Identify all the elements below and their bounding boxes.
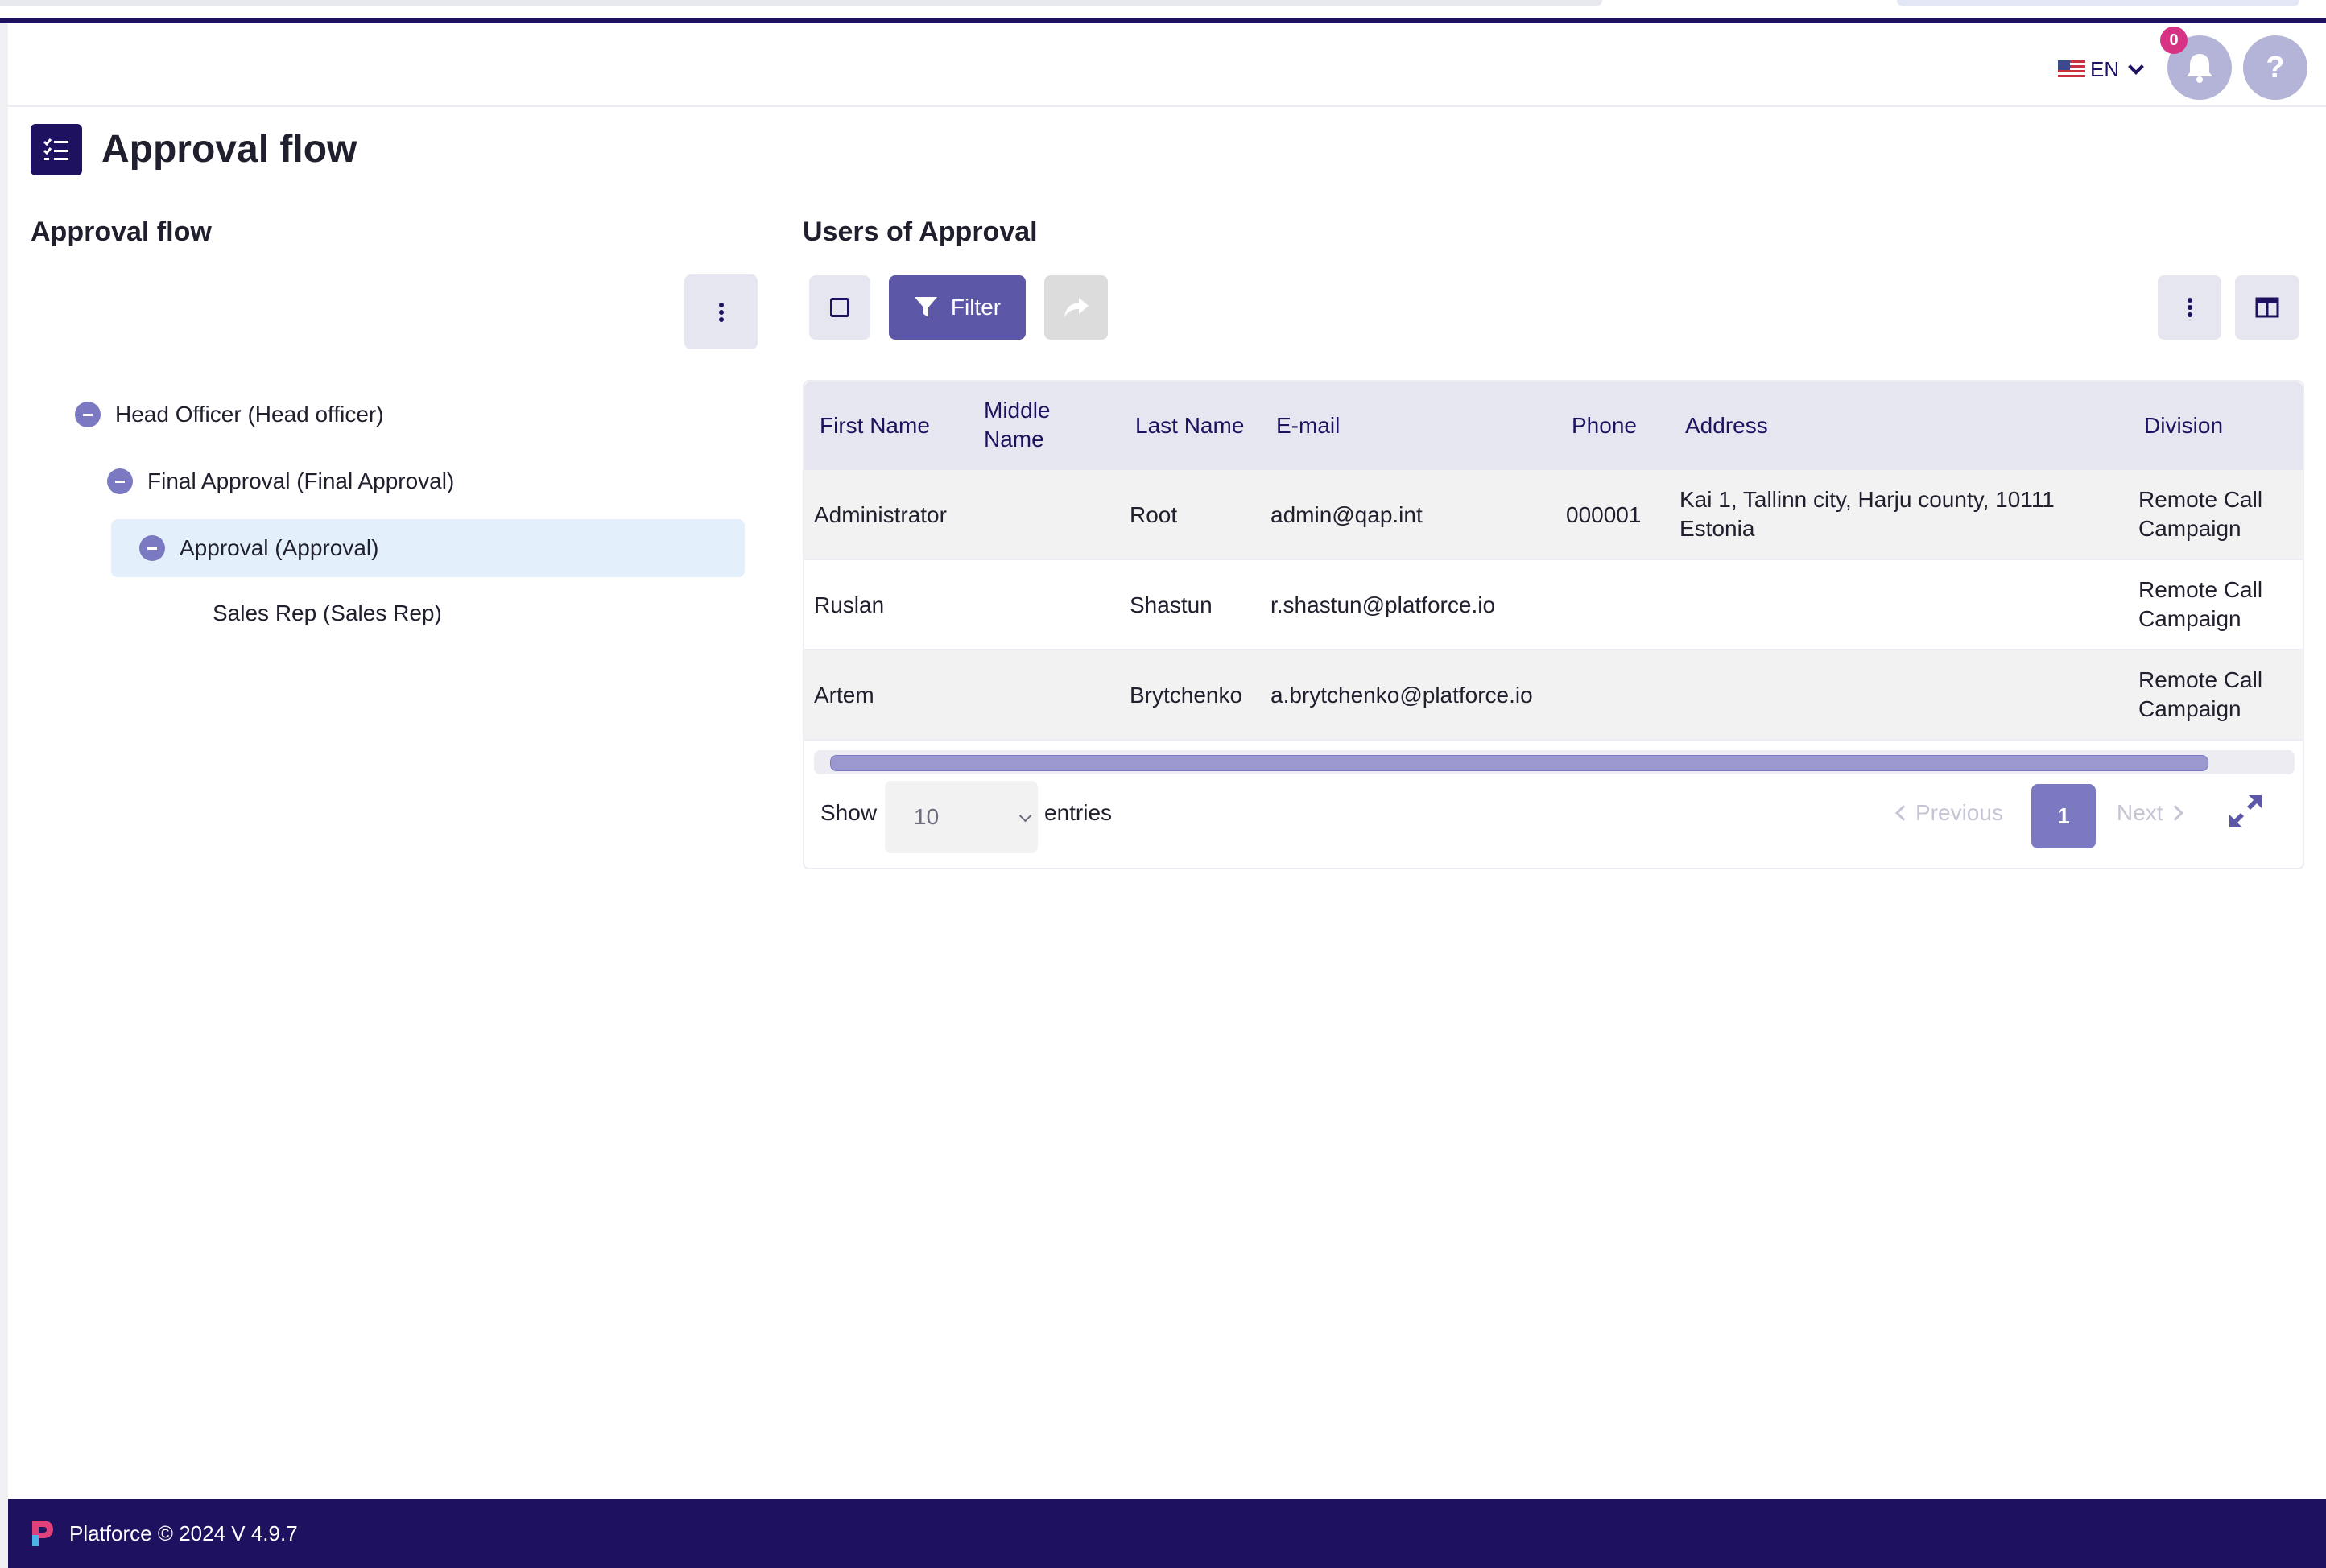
tree-node-label: Final Approval (Final Approval) bbox=[147, 468, 455, 493]
tree-node-approval[interactable]: Approval (Approval) bbox=[111, 519, 745, 577]
column-header-last-name[interactable]: Last Name bbox=[1135, 411, 1244, 440]
vertical-dots-icon bbox=[2187, 298, 2192, 317]
chevron-right-icon bbox=[2167, 805, 2183, 821]
language-selector[interactable]: EN bbox=[2058, 56, 2145, 81]
fullscreen-toggle[interactable] bbox=[2226, 792, 2265, 831]
cell-last-name: Shastun bbox=[1130, 592, 1213, 617]
horizontal-scrollbar[interactable] bbox=[814, 750, 2295, 774]
cell-division: Remote Call Campaign bbox=[2138, 667, 2263, 721]
footer-copyright: Platforce © 2024 V 4.9.7 bbox=[69, 1521, 298, 1545]
cell-first-name: Artem bbox=[814, 683, 874, 708]
bell-icon bbox=[2187, 54, 2212, 83]
share-button[interactable] bbox=[1044, 275, 1108, 340]
chevron-down-icon bbox=[2128, 59, 2145, 75]
column-header-phone[interactable]: Phone bbox=[1572, 411, 1637, 440]
entries-label: entries bbox=[1044, 800, 1113, 825]
us-flag-icon bbox=[2058, 60, 2085, 78]
column-header-address[interactable]: Address bbox=[1685, 411, 1768, 440]
column-header-email[interactable]: E-mail bbox=[1276, 411, 1340, 440]
collapse-icon[interactable] bbox=[75, 402, 101, 427]
scrollbar-thumb[interactable] bbox=[830, 755, 2208, 771]
table-row[interactable]: Administrator Root admin@qap.int 000001 … bbox=[804, 470, 2303, 560]
tree-menu-button[interactable] bbox=[684, 274, 758, 349]
app-footer: Platforce © 2024 V 4.9.7 bbox=[8, 1499, 2326, 1568]
cell-first-name: Ruslan bbox=[814, 592, 885, 617]
address-bar-fragment bbox=[0, 0, 1602, 6]
select-all-button[interactable] bbox=[809, 275, 870, 340]
browser-pill-fragment bbox=[1897, 0, 2299, 6]
table-row[interactable]: Ruslan Shastun r.shastun@platforce.io Re… bbox=[804, 560, 2303, 650]
page-size-value: 10 bbox=[914, 804, 940, 829]
top-accent-strip bbox=[0, 18, 2326, 23]
next-label: Next bbox=[2117, 800, 2163, 825]
column-header-division[interactable]: Division bbox=[2144, 411, 2223, 440]
cell-address: Kai 1, Tallinn city, Harju county, 10111… bbox=[1679, 487, 2055, 541]
page-size-select[interactable]: 10 bbox=[885, 781, 1038, 853]
filter-label: Filter bbox=[950, 295, 1002, 320]
column-header-first-name[interactable]: First Name bbox=[820, 411, 930, 440]
app-header bbox=[8, 23, 2326, 107]
checklist-icon bbox=[31, 124, 82, 175]
cell-last-name: Brytchenko bbox=[1130, 683, 1243, 708]
page-title: Approval flow bbox=[101, 128, 357, 171]
tree-node-final-approval[interactable]: Final Approval (Final Approval) bbox=[107, 468, 454, 495]
cell-email: a.brytchenko@platforce.io bbox=[1270, 683, 1533, 708]
show-label: Show bbox=[820, 800, 878, 825]
cell-division: Remote Call Campaign bbox=[2138, 577, 2263, 631]
checkbox-icon bbox=[830, 298, 849, 317]
cell-email: admin@qap.int bbox=[1270, 502, 1423, 527]
expand-icon bbox=[2229, 795, 2262, 827]
tree-node-label: Sales Rep (Sales Rep) bbox=[213, 600, 442, 625]
approval-flow-section-title: Approval flow bbox=[31, 217, 212, 247]
tree-node-head-officer[interactable]: Head Officer (Head officer) bbox=[75, 401, 384, 428]
page-1-button[interactable]: 1 bbox=[2031, 784, 2096, 848]
left-gutter bbox=[0, 0, 8, 1568]
next-page-button[interactable]: Next bbox=[2117, 800, 2183, 826]
notification-count-badge: 0 bbox=[2160, 27, 2188, 54]
chevron-down-icon bbox=[1018, 809, 1032, 823]
vertical-dots-icon bbox=[718, 302, 724, 322]
cell-phone: 000001 bbox=[1566, 502, 1642, 527]
collapse-icon[interactable] bbox=[107, 468, 133, 494]
columns-icon bbox=[2255, 297, 2279, 318]
help-button[interactable]: ? bbox=[2243, 35, 2307, 100]
previous-page-button[interactable]: Previous bbox=[1895, 800, 2003, 826]
browser-top-bar bbox=[0, 0, 2326, 18]
share-arrow-icon bbox=[1064, 298, 1089, 317]
cell-last-name: Root bbox=[1130, 502, 1178, 527]
chevron-left-icon bbox=[1895, 805, 1911, 821]
table-row[interactable]: Artem Brytchenko a.brytchenko@platforce.… bbox=[804, 650, 2303, 741]
users-of-approval-title: Users of Approval bbox=[803, 217, 1038, 247]
column-header-middle-name[interactable]: Middle Name bbox=[984, 396, 1064, 454]
cell-division: Remote Call Campaign bbox=[2138, 487, 2263, 541]
filter-icon bbox=[914, 297, 937, 317]
tree-node-label: Approval (Approval) bbox=[180, 535, 379, 560]
cell-email: r.shastun@platforce.io bbox=[1270, 592, 1496, 617]
tree-node-sales-rep[interactable]: Sales Rep (Sales Rep) bbox=[213, 600, 442, 627]
collapse-icon[interactable] bbox=[139, 535, 165, 561]
language-label: EN bbox=[2090, 56, 2120, 81]
previous-label: Previous bbox=[1915, 800, 2003, 825]
cell-first-name: Administrator bbox=[814, 502, 947, 527]
platforce-logo-icon bbox=[32, 1521, 53, 1546]
tree-node-label: Head Officer (Head officer) bbox=[115, 402, 384, 427]
columns-toggle-button[interactable] bbox=[2235, 275, 2299, 340]
users-table: First Name Middle Name Last Name E-mail … bbox=[803, 380, 2304, 869]
table-header: First Name Middle Name Last Name E-mail … bbox=[804, 382, 2303, 470]
table-options-button[interactable] bbox=[2158, 275, 2221, 340]
filter-button[interactable]: Filter bbox=[889, 275, 1026, 340]
